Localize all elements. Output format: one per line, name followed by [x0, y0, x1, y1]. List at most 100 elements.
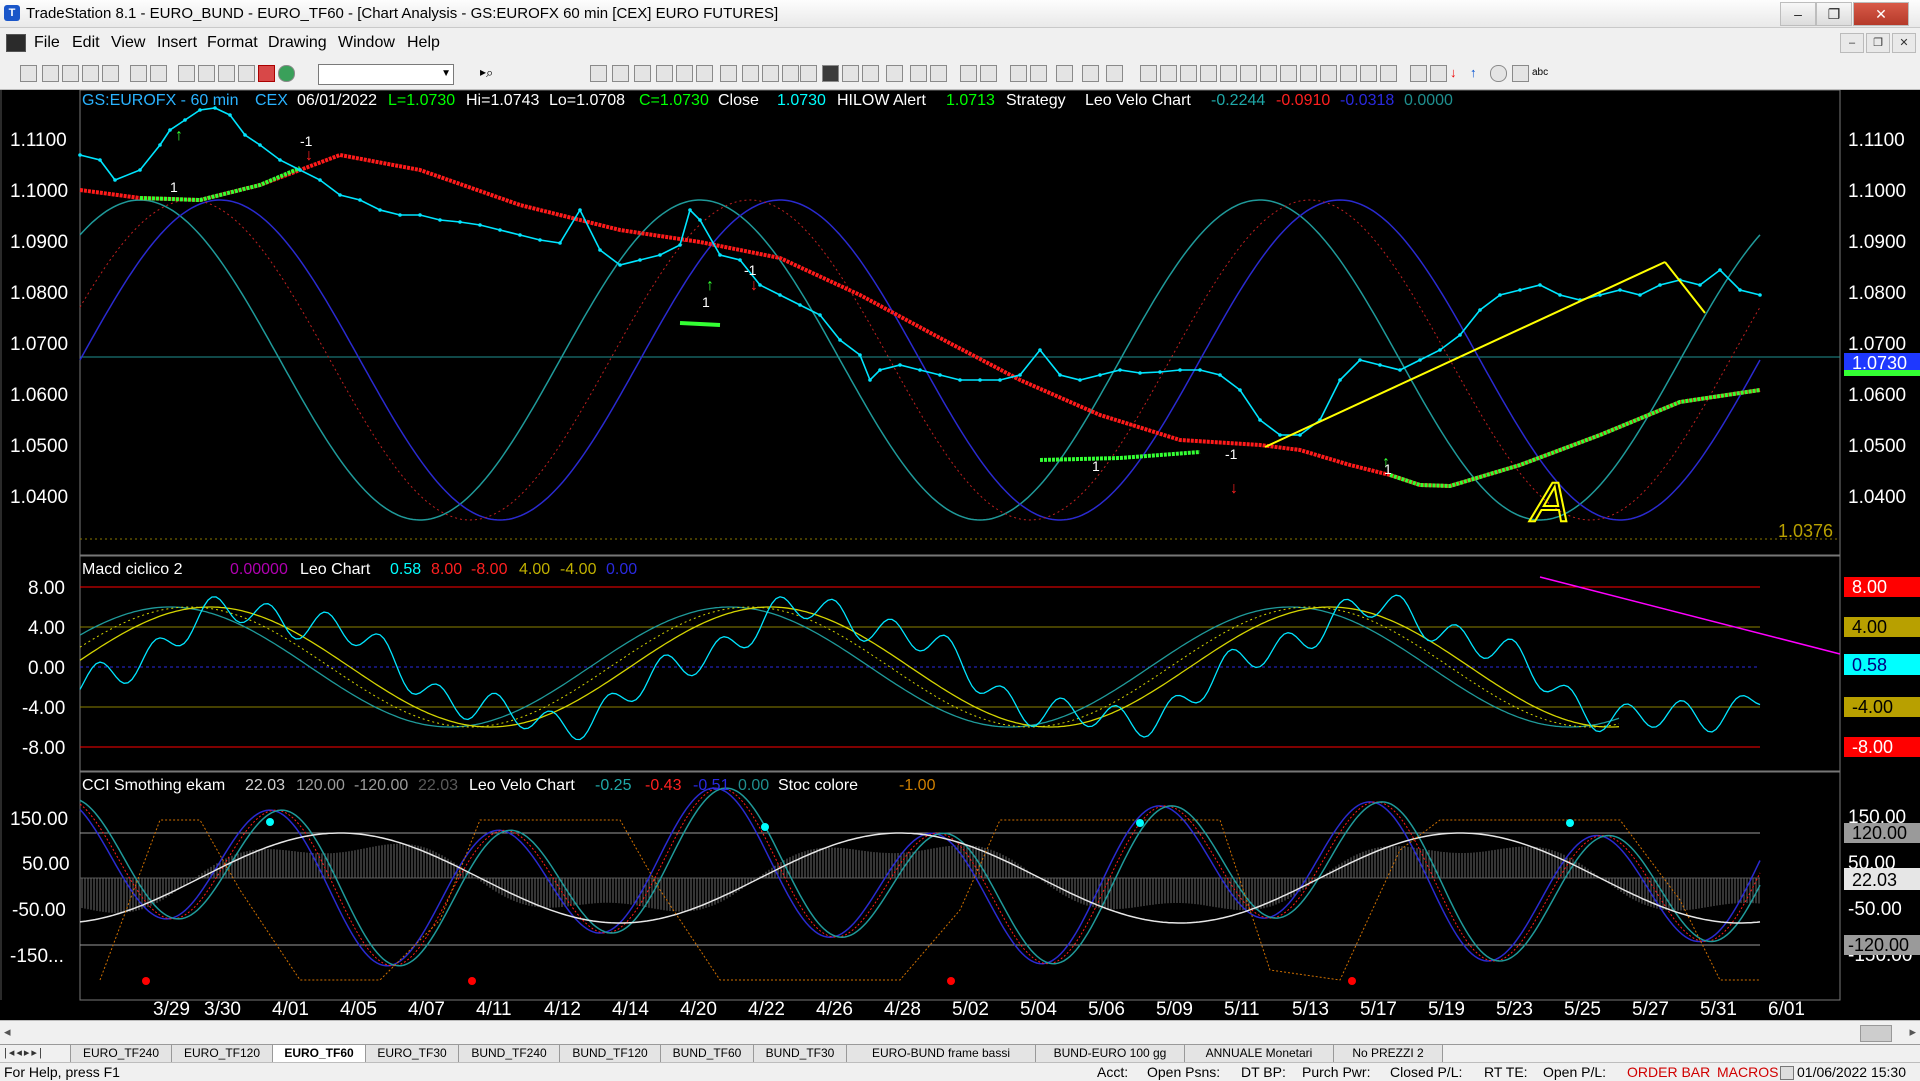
macd-title: Macd ciclico 2 [82, 561, 183, 578]
trendline-tool-icon[interactable] [1140, 65, 1157, 82]
andrews-pitchfork-icon[interactable] [1280, 65, 1297, 82]
fibonacci-icon[interactable] [1240, 65, 1257, 82]
mdi-close-button[interactable]: ✕ [1892, 33, 1916, 53]
gann-icon[interactable] [1260, 65, 1277, 82]
print-preview-icon[interactable] [130, 65, 147, 82]
chart-type-icon[interactable] [822, 65, 839, 82]
scroll-left-icon[interactable]: ◂ [4, 1024, 11, 1040]
status-order-bar[interactable]: ORDER BAR [1627, 1064, 1710, 1080]
workspace-tab[interactable]: BUND_TF30 [753, 1045, 847, 1063]
status-macros[interactable]: MACROS [1717, 1064, 1778, 1080]
restore-button[interactable]: ❐ [1816, 2, 1852, 26]
chart-analysis-window[interactable]: ↑ ↑ ↑ ↓ ↓ ↓ GS:EUROFX - 60 min CEX 06/01/2022… [0, 89, 1920, 1020]
text-tool-icon[interactable]: abc [1532, 65, 1548, 80]
workspace-tab[interactable]: No PREZZI 2 [1333, 1045, 1443, 1063]
down-arrow-icon[interactable]: ↓ [1450, 65, 1465, 80]
rectangle-icon[interactable] [1512, 65, 1529, 82]
line-chart-icon[interactable] [862, 65, 879, 82]
chart-analysis-icon[interactable] [590, 65, 607, 82]
vertical-line-icon[interactable] [1200, 65, 1217, 82]
up-arrow-icon[interactable]: ↑ [1470, 65, 1485, 80]
workspace-tab[interactable]: EURO_TF60 [272, 1045, 366, 1063]
workspace-tab[interactable]: EURO-BUND frame bassi [846, 1045, 1036, 1063]
symbol-combo[interactable]: ▼ [318, 64, 454, 85]
performance-icon[interactable] [762, 65, 779, 82]
close-button[interactable]: ✕ [1853, 2, 1909, 26]
price-axis-label-right: 1.0900 [1848, 232, 1906, 253]
clipboard-icon[interactable] [238, 65, 255, 82]
menu-view[interactable]: View [111, 34, 145, 52]
macros-icon[interactable] [278, 65, 295, 82]
regression-icon[interactable] [1360, 65, 1377, 82]
crosshair-icon[interactable] [1030, 65, 1047, 82]
workspace-tab[interactable]: BUND_TF240 [458, 1045, 560, 1063]
print-icon[interactable] [150, 65, 167, 82]
radarscreen-icon[interactable] [612, 65, 629, 82]
time-sales-icon[interactable] [656, 65, 673, 82]
chart-canvas[interactable]: ↑↑↑↓↓↓ GS:EUROFX - 60 min CEX 06/01/2022… [0, 89, 1920, 1020]
menu-file[interactable]: File [34, 34, 60, 52]
workspace-tab[interactable]: EURO_TF30 [365, 1045, 459, 1063]
optimize-icon[interactable] [742, 65, 759, 82]
scanner-icon[interactable] [676, 65, 693, 82]
workspace-tab[interactable]: EURO_TF240 [70, 1045, 172, 1063]
menu-window[interactable]: Window [338, 34, 395, 52]
pen-icon[interactable] [1430, 65, 1447, 82]
chart-horizontal-scrollbar[interactable]: ◂ ▸ [0, 1020, 1920, 1045]
compress-icon[interactable] [930, 65, 947, 82]
folder-icon[interactable] [102, 65, 119, 82]
minimize-button[interactable]: – [1780, 2, 1816, 26]
workspace-tab[interactable]: BUND-EURO 100 gg [1035, 1045, 1185, 1063]
workspace-tab[interactable]: BUND_TF120 [559, 1045, 661, 1063]
save-icon[interactable] [62, 65, 79, 82]
alert-icon[interactable] [258, 65, 275, 82]
format-icon[interactable] [178, 65, 195, 82]
channel-icon[interactable] [1220, 65, 1237, 82]
menu-format[interactable]: Format [207, 34, 258, 52]
bar-chart-icon[interactable] [842, 65, 859, 82]
arc-icon[interactable] [1320, 65, 1337, 82]
cci-leo-label: Leo Velo Chart [469, 777, 575, 794]
save-all-icon[interactable] [82, 65, 99, 82]
zoom-out-icon[interactable] [980, 65, 997, 82]
tradestation-app-icon[interactable]: T [4, 5, 20, 21]
speedline-icon[interactable] [1300, 65, 1317, 82]
new-icon[interactable] [20, 65, 37, 82]
hand-icon[interactable] [1106, 65, 1123, 82]
handwritten-A-annotation[interactable]: A [1528, 469, 1570, 534]
workspace-tab[interactable]: BUND_TF60 [660, 1045, 754, 1063]
workspace-tab[interactable]: EURO_TF120 [171, 1045, 273, 1063]
strategy-icon[interactable] [720, 65, 737, 82]
matrix-icon[interactable] [634, 65, 651, 82]
scroll-thumb[interactable] [1860, 1025, 1892, 1042]
lock-icon[interactable] [218, 65, 235, 82]
ellipse-icon[interactable] [1490, 65, 1507, 82]
menu-help[interactable]: Help [407, 34, 440, 52]
volume-icon[interactable] [886, 65, 903, 82]
menu-drawing[interactable]: Drawing [268, 34, 327, 52]
zoom-in-icon[interactable] [960, 65, 977, 82]
scroll-icon[interactable] [910, 65, 927, 82]
order-entry-icon[interactable] [696, 65, 713, 82]
insert-study-icon[interactable] [800, 65, 817, 82]
menu-edit[interactable]: Edit [72, 34, 100, 52]
menu-insert[interactable]: Insert [157, 34, 197, 52]
tools-icon[interactable] [1056, 65, 1073, 82]
data-window-icon[interactable] [1082, 65, 1099, 82]
insert-indicator-icon[interactable] [782, 65, 799, 82]
brush-icon[interactable] [1410, 65, 1427, 82]
parallel-icon[interactable] [1380, 65, 1397, 82]
scroll-right-icon[interactable]: ▸ [1909, 1024, 1916, 1040]
horizontal-line-icon[interactable] [1180, 65, 1197, 82]
find-icon[interactable]: ⌕ [486, 65, 501, 80]
open-icon[interactable] [42, 65, 59, 82]
ray-tool-icon[interactable] [1160, 65, 1177, 82]
chart-window-icon[interactable] [6, 34, 26, 52]
format-symbol-icon[interactable] [198, 65, 215, 82]
workspace-tab[interactable]: ANNUALE Monetari [1184, 1045, 1334, 1063]
pointer-icon[interactable] [1010, 65, 1027, 82]
mdi-restore-button[interactable]: ❐ [1866, 33, 1890, 53]
mdi-minimize-button[interactable]: – [1840, 33, 1864, 53]
freehand-icon[interactable] [1340, 65, 1357, 82]
tab-nav-arrows[interactable]: |◂◂▸▸| [4, 1046, 44, 1059]
